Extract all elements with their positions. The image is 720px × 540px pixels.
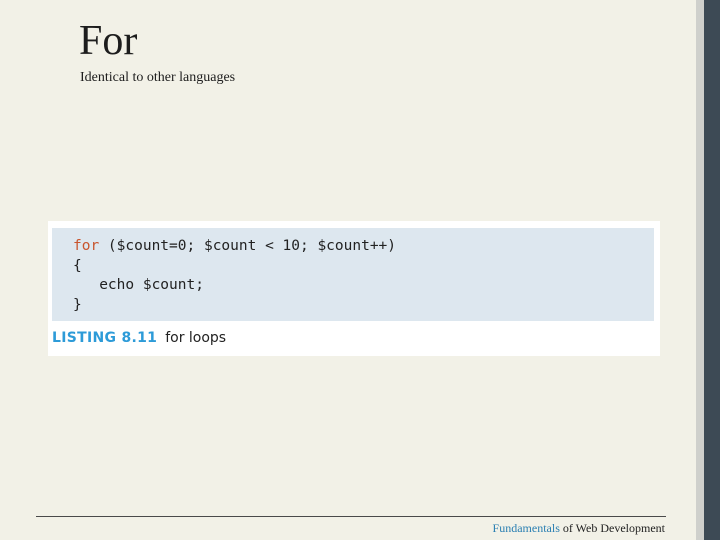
code-text: { [73,258,82,274]
footer-divider [36,516,666,517]
slide-subtitle: Identical to other languages [80,70,236,85]
slide-title: For [79,18,138,64]
footer-rest-text: of Web Development [559,521,665,535]
listing-number: LISTING 8.11 [52,330,158,346]
code-text: } [73,297,82,313]
code-line: echo $count; [73,276,204,294]
footer-accent-text: Fundamentals [492,521,560,535]
code-block: for ($count=0; $count < 10; $count++) { … [52,228,654,321]
code-keyword: for [73,238,100,254]
code-line: { [73,257,82,275]
right-edge-bar-light [696,0,704,540]
code-text: echo $count; [73,277,204,293]
listing-caption: LISTING 8.11 for loops [52,329,226,347]
code-listing-figure: for ($count=0; $count < 10; $count++) { … [48,221,660,356]
code-line: } [73,296,82,314]
code-text: ($count=0; $count < 10; $count++) [99,238,397,254]
right-edge-bar-dark [704,0,720,540]
code-line: for ($count=0; $count < 10; $count++) [73,237,396,255]
listing-description: for loops [165,330,227,346]
footer-course-title: Fundamentals of Web Development [493,520,665,536]
